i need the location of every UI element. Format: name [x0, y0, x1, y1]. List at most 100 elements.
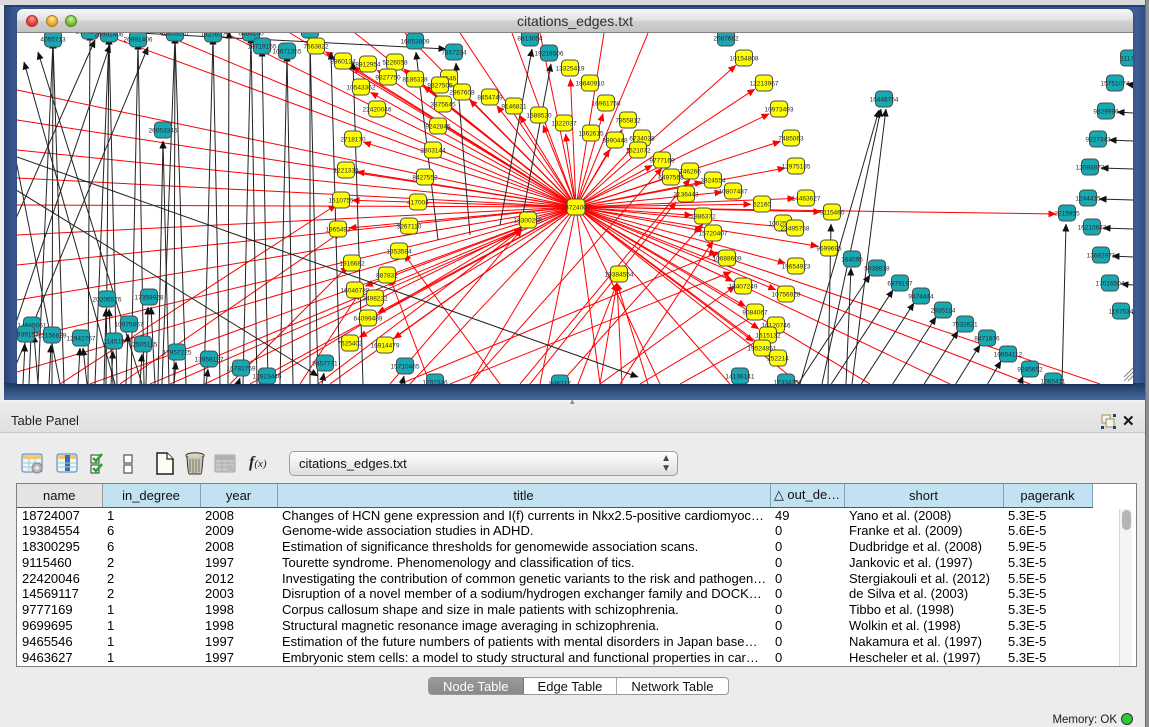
svg-text:1292346: 1292346 [422, 380, 448, 385]
svg-text:16961758: 16961758 [592, 101, 621, 108]
svg-text:9474444: 9474444 [908, 294, 934, 301]
svg-text:7955812: 7955812 [615, 118, 641, 125]
svg-text:62160: 62160 [753, 202, 771, 209]
svg-text:26053346: 26053346 [149, 128, 178, 135]
svg-text:13692971: 13692971 [1087, 253, 1116, 260]
svg-text:7632621: 7632621 [952, 322, 978, 329]
svg-text:19384554: 19384554 [605, 272, 634, 279]
svg-text:23495758: 23495758 [781, 226, 810, 233]
svg-text:9084067: 9084067 [742, 310, 768, 317]
svg-text:19218506: 19218506 [535, 51, 564, 58]
svg-text:17359928: 17359928 [135, 295, 164, 302]
svg-text:6734028: 6734028 [629, 136, 655, 143]
svg-text:2087682: 2087682 [713, 36, 739, 43]
svg-text:22420046: 22420046 [363, 107, 392, 114]
svg-text:1610755: 1610755 [328, 198, 354, 205]
svg-text:4055713: 4055713 [40, 37, 66, 44]
svg-text:17016504: 17016504 [1096, 281, 1125, 288]
svg-text:9329996: 9329996 [1093, 109, 1119, 116]
svg-text:10653267: 10653267 [161, 33, 190, 38]
svg-text:12923446: 12923446 [253, 374, 282, 381]
svg-text:1916682: 1916682 [339, 261, 365, 268]
svg-text:9327505: 9327505 [427, 83, 453, 90]
svg-text:15751074: 15751074 [1101, 81, 1130, 88]
svg-text:8912954: 8912954 [355, 62, 381, 69]
svg-text:3875645: 3875645 [430, 102, 456, 109]
svg-text:1244415: 1244415 [1075, 196, 1101, 203]
svg-text:12093873: 12093873 [1076, 165, 1105, 172]
svg-text:1621072: 1621072 [625, 148, 651, 155]
svg-text:1322037: 1322037 [551, 121, 577, 128]
svg-text:1065411: 1065411 [1041, 379, 1066, 385]
svg-text:7485063: 7485063 [778, 136, 804, 143]
svg-text:1362615: 1362615 [578, 131, 604, 138]
svg-text:2939153: 2939153 [17, 332, 39, 339]
svg-text:3498222: 3498222 [362, 296, 388, 303]
svg-text:6497568: 6497568 [658, 175, 684, 182]
svg-text:946217: 946217 [549, 381, 571, 385]
svg-text:13325419: 13325419 [556, 66, 585, 73]
svg-text:18640910: 18640910 [576, 81, 605, 88]
svg-text:10688609: 10688609 [713, 256, 742, 263]
svg-text:252214: 252214 [767, 356, 789, 363]
svg-text:10756928: 10756928 [772, 292, 801, 299]
svg-text:19654923: 19654923 [782, 264, 811, 271]
svg-text:164095: 164095 [841, 257, 863, 264]
svg-text:8960124: 8960124 [330, 59, 356, 66]
svg-text:9777169: 9777169 [649, 158, 675, 165]
svg-text:10154808: 10154808 [730, 56, 759, 63]
svg-text:8471676: 8471676 [974, 336, 1000, 343]
svg-text:10543362: 10543362 [347, 85, 376, 92]
svg-text:17957225: 17957225 [163, 350, 192, 357]
svg-text:2803144: 2803144 [420, 148, 446, 155]
svg-text:3824554: 3824554 [700, 178, 726, 185]
svg-text:1965493: 1965493 [325, 227, 351, 234]
svg-text:7515526: 7515526 [297, 33, 323, 35]
svg-text:18407249: 18407249 [729, 284, 758, 291]
svg-text:7663822: 7663822 [303, 44, 329, 51]
svg-text:8186328: 8186328 [402, 77, 428, 84]
svg-text:10975667: 10975667 [115, 322, 144, 329]
svg-text:6879197: 6879197 [887, 281, 913, 288]
svg-text:16210643: 16210643 [1078, 225, 1107, 232]
svg-text:9242845: 9242845 [425, 124, 451, 131]
svg-text:14136141: 14136141 [726, 374, 755, 381]
svg-text:12213967: 12213967 [750, 81, 779, 88]
svg-text:5226058: 5226058 [382, 60, 408, 67]
svg-text:11173: 11173 [1120, 56, 1133, 63]
svg-text:5938918: 5938918 [864, 266, 890, 273]
svg-text:9115460: 9115460 [820, 210, 845, 217]
svg-text:15720407: 15720407 [699, 231, 728, 238]
svg-text:13958127: 13958127 [195, 357, 224, 364]
svg-text:7986372: 7986372 [690, 214, 716, 221]
svg-text:16046738: 16046738 [341, 288, 370, 295]
svg-text:8454749: 8454749 [477, 95, 503, 102]
svg-text:8990448: 8990448 [602, 138, 628, 145]
svg-text:20206576: 20206576 [93, 297, 122, 304]
svg-text:3215955: 3215955 [1054, 211, 1080, 218]
svg-text:14463627: 14463627 [792, 196, 821, 203]
svg-text:2967608: 2967608 [449, 90, 475, 97]
svg-text:8427552: 8427552 [412, 175, 438, 182]
svg-text:1615132: 1615132 [755, 333, 781, 340]
svg-text:12156829: 12156829 [38, 333, 67, 340]
svg-text:64099489: 64099489 [354, 316, 383, 323]
svg-text:2935114: 2935114 [931, 308, 956, 315]
svg-text:12975135: 12975135 [782, 164, 811, 171]
svg-text:12942757: 12942757 [67, 336, 96, 343]
svg-text:3267110: 3267110 [397, 224, 422, 231]
svg-text:1588520: 1588520 [526, 113, 552, 120]
svg-text:2136443: 2136443 [673, 192, 699, 199]
svg-text:114519: 114519 [103, 339, 125, 346]
svg-text:9327750: 9327750 [375, 75, 401, 82]
svg-text:9146821: 9146821 [501, 104, 527, 111]
svg-text:9245652: 9245652 [1017, 367, 1043, 374]
svg-text:18300295: 18300295 [514, 218, 543, 225]
svg-text:15710485: 15710485 [391, 364, 420, 371]
svg-text:10973493: 10973493 [765, 107, 794, 114]
svg-text:16782759: 16782759 [227, 366, 256, 373]
svg-text:6466160: 6466160 [238, 33, 264, 38]
svg-text:887832: 887832 [376, 273, 398, 280]
svg-text:7357234: 7357234 [441, 50, 467, 57]
svg-text:1353594: 1353594 [386, 249, 412, 256]
